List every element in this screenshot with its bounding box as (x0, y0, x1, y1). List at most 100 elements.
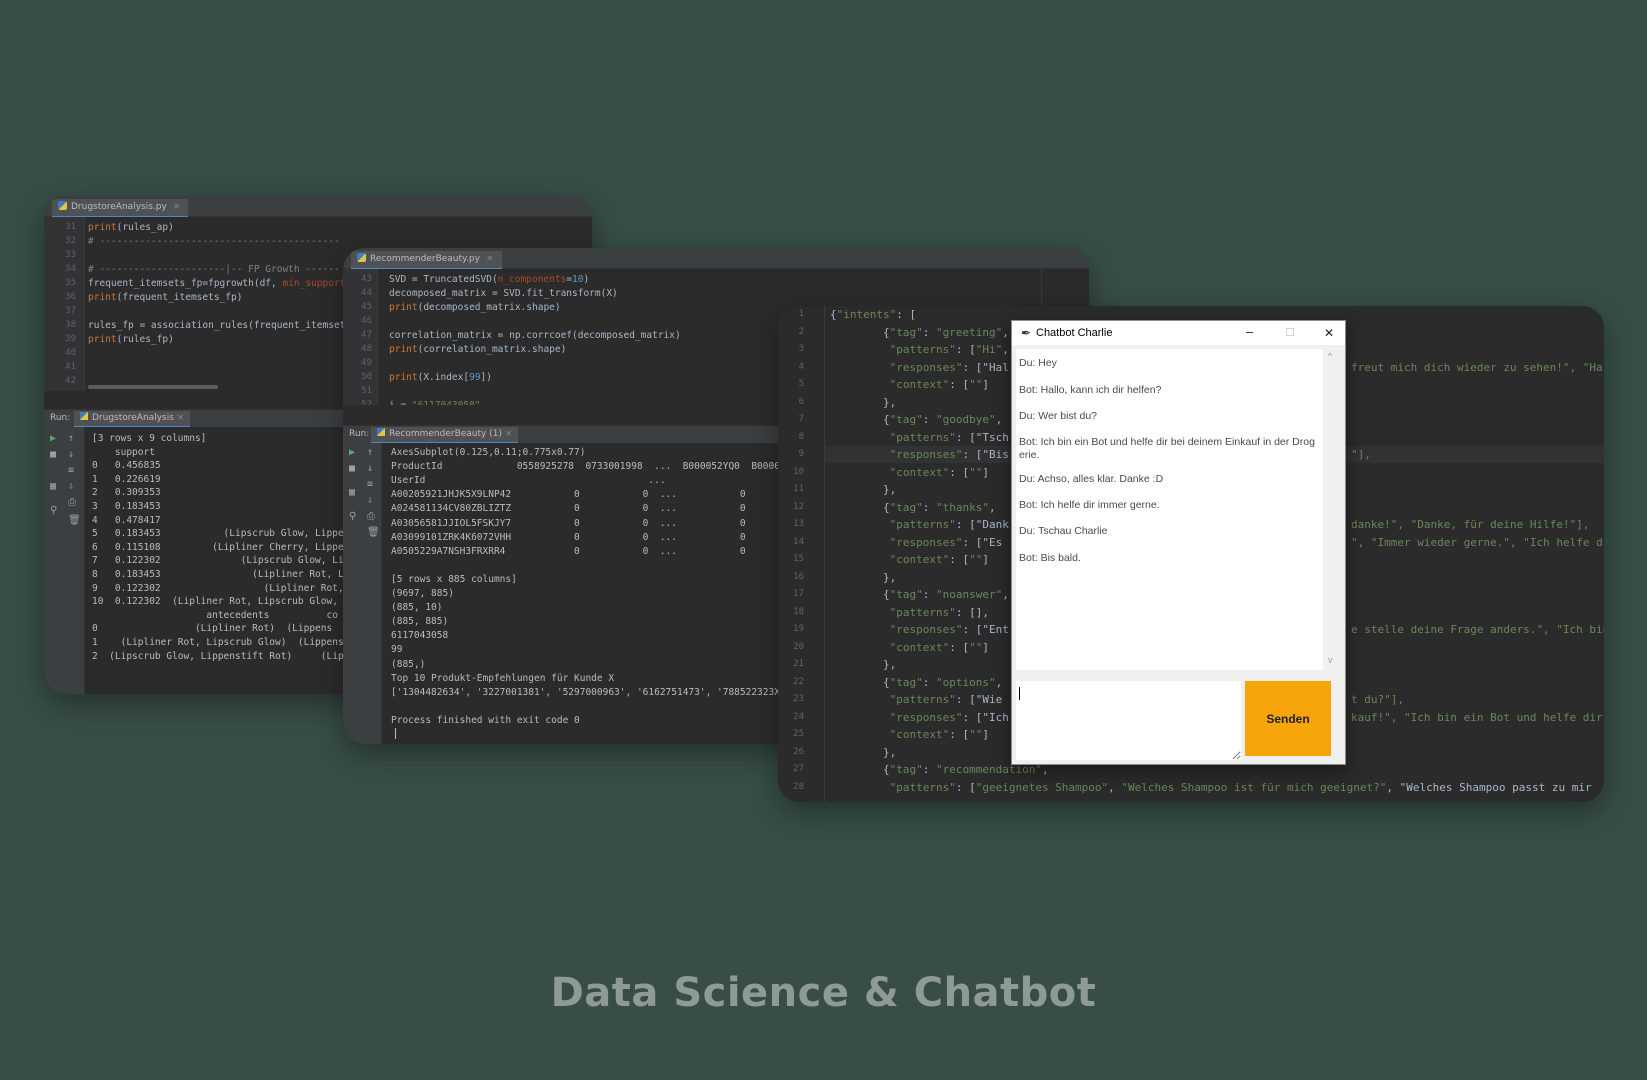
line-number: 26 (793, 746, 804, 757)
fold-gutter (824, 306, 825, 802)
print-icon[interactable]: ⎙ (367, 511, 375, 522)
line-number: 4 (798, 361, 804, 372)
chat-log[interactable]: Du: Hey Bot: Hallo, kann ich dir helfen? D… (1016, 349, 1323, 670)
code-line: "responses": ["Ent (889, 623, 1009, 636)
console-line: (885,) (391, 658, 426, 670)
close-run-tab-icon[interactable]: × (177, 413, 185, 423)
print-icon[interactable]: ⎙ (68, 497, 76, 508)
code-line: print(X.index[99]) (389, 372, 492, 383)
scroll-end-icon[interactable]: ⇩ (68, 481, 74, 492)
line-number: 8 (798, 431, 804, 442)
line-number: 18 (793, 606, 804, 617)
chatbot-titlebar[interactable]: ✒ Chatbot Charlie – ☐ ✕ (1012, 321, 1345, 345)
code-line: # ----------------------|-- FP Growth --… (88, 264, 340, 275)
chat-scrollbar[interactable]: ^ v (1325, 349, 1339, 670)
chat-message: Du: Hey (1019, 357, 1057, 369)
console-line: 99 (391, 644, 403, 656)
rerun-icon[interactable]: ▶ (50, 433, 56, 444)
horizontal-scrollbar[interactable] (88, 385, 218, 389)
maximize-button[interactable]: ☐ (1285, 326, 1295, 339)
run-tab-label: RecommenderBeauty (1) (389, 429, 502, 439)
close-button[interactable]: ✕ (1324, 326, 1334, 340)
scroll-up-icon[interactable]: ↑ (68, 433, 74, 444)
tab-drugstore-analysis[interactable]: DrugstoreAnalysis.py × (52, 199, 189, 218)
scroll-down-arrow-icon[interactable]: v (1328, 655, 1333, 665)
code-line: print(rules_ap) (88, 222, 174, 233)
console-line: antecedents co (92, 609, 338, 621)
line-number: 1 (798, 309, 804, 319)
line-number: 28 (793, 781, 804, 792)
send-button[interactable]: Senden (1245, 681, 1331, 756)
line-number: 40 (65, 348, 76, 358)
code-line: }, (830, 658, 897, 671)
line-gutter: 1 2 3 4 5 6 7 8 9 10 11 12 13 14 15 16 17 18 19 20 21 22 23 24 2… (778, 306, 825, 802)
code-line: "context": [""] (889, 553, 989, 566)
soft-wrap-icon[interactable]: ≡ (367, 479, 373, 490)
trash-icon[interactable]: 🗑 (68, 515, 81, 526)
pin-icon[interactable]: ⚲ (349, 511, 356, 522)
code-line: "patterns": ["geeignetes Shampoo", "Welc… (889, 780, 1592, 794)
code-line: "context": [""] (889, 378, 989, 391)
editor-tabbar: DrugstoreAnalysis.py × (44, 196, 592, 218)
line-number: 5 (798, 379, 804, 389)
stop-icon[interactable]: ■ (50, 449, 56, 460)
editor-tabbar: RecommenderBeauty.py × (343, 248, 1089, 270)
run-tab-drugstore[interactable]: DrugstoreAnalysis × (74, 411, 191, 428)
line-number: 27 (793, 764, 804, 774)
tab-recommender-beauty[interactable]: RecommenderBeauty.py × (351, 251, 502, 270)
chat-message: Du: Achso, alles klar. Danke :D (1019, 473, 1164, 485)
scroll-down-icon[interactable]: ↓ (367, 463, 373, 474)
console-line: 7 0.122302 (Lipscrub Glow, Li (92, 555, 344, 567)
code-line: {"intents": [ (830, 308, 917, 321)
console-caret (395, 728, 396, 739)
stop-icon[interactable]: ■ (349, 463, 355, 474)
line-number: 37 (65, 306, 76, 316)
scroll-up-arrow-icon[interactable]: ^ (1328, 351, 1332, 361)
rerun-icon[interactable]: ▶ (349, 447, 355, 458)
code-line: {"tag": "options", (830, 675, 1003, 689)
scroll-up-icon[interactable]: ↑ (367, 447, 373, 458)
code-line: "responses": ["Ich (889, 710, 1009, 724)
code-line: frequent_itemsets_fp=fpgrowth(df, min_su… (88, 278, 357, 289)
line-number: 45 (361, 302, 372, 312)
line-number: 52 (361, 400, 372, 405)
console-line: UserId ... (391, 475, 666, 487)
run-tab-recommender[interactable]: RecommenderBeauty (1) × (371, 427, 519, 444)
line-number: 34 (65, 264, 76, 274)
pin-icon[interactable]: ⚲ (50, 505, 57, 516)
close-run-tab-icon[interactable]: × (505, 429, 513, 439)
close-tab-icon[interactable]: × (486, 254, 494, 264)
console-line: AxesSubplot(0.125,0.11;0.775x0.77) (391, 447, 586, 458)
console-line: A00205921JHJK5X9LNP42 0 0 ... 0 (391, 489, 746, 501)
close-tab-icon[interactable]: × (173, 202, 181, 212)
code-line: correlation_matrix = np.corrcoef(decompo… (389, 330, 681, 341)
line-number: 13 (793, 519, 804, 529)
python-run-icon (377, 428, 385, 436)
code-line: print(correlation_matrix.shape) (389, 344, 567, 355)
code-line: "patterns": ["Hi", (889, 343, 1009, 356)
code-line: i = "6117043058" (389, 400, 481, 405)
console-line: Process finished with exit code 0 (391, 714, 580, 726)
line-number: 11 (793, 484, 804, 494)
code-line-fragment: "], (1351, 448, 1371, 461)
console-line: 9 0.122302 (Lipliner Rot, (92, 582, 350, 594)
scroll-down-icon[interactable]: ↓ (68, 449, 74, 460)
console-line: A024581134CV80ZBLIZTZ 0 0 ... 0 (391, 503, 746, 515)
layout-icon[interactable]: ▦ (349, 487, 355, 498)
code-line: # --------------------------------------… (88, 236, 340, 247)
code-line: "responses": ["Es (889, 535, 1003, 549)
soft-wrap-icon[interactable]: ≡ (68, 465, 74, 476)
message-input[interactable] (1016, 681, 1241, 760)
console-line: Top 10 Produkt-Empfehlungen für Kunde X (391, 672, 615, 684)
run-tab-label: DrugstoreAnalysis (92, 413, 174, 423)
code-line: }, (830, 745, 897, 759)
line-number: 9 (798, 449, 804, 459)
layout-icon[interactable]: ▦ (50, 481, 56, 492)
trash-icon[interactable]: 🗑 (367, 527, 380, 538)
python-file-icon (58, 201, 67, 210)
code-line: {"tag": "thanks", (830, 500, 996, 514)
line-number: 42 (65, 376, 76, 386)
scroll-end-icon[interactable]: ⇩ (367, 495, 373, 506)
minimize-button[interactable]: – (1246, 324, 1253, 339)
line-number: 22 (793, 676, 804, 687)
